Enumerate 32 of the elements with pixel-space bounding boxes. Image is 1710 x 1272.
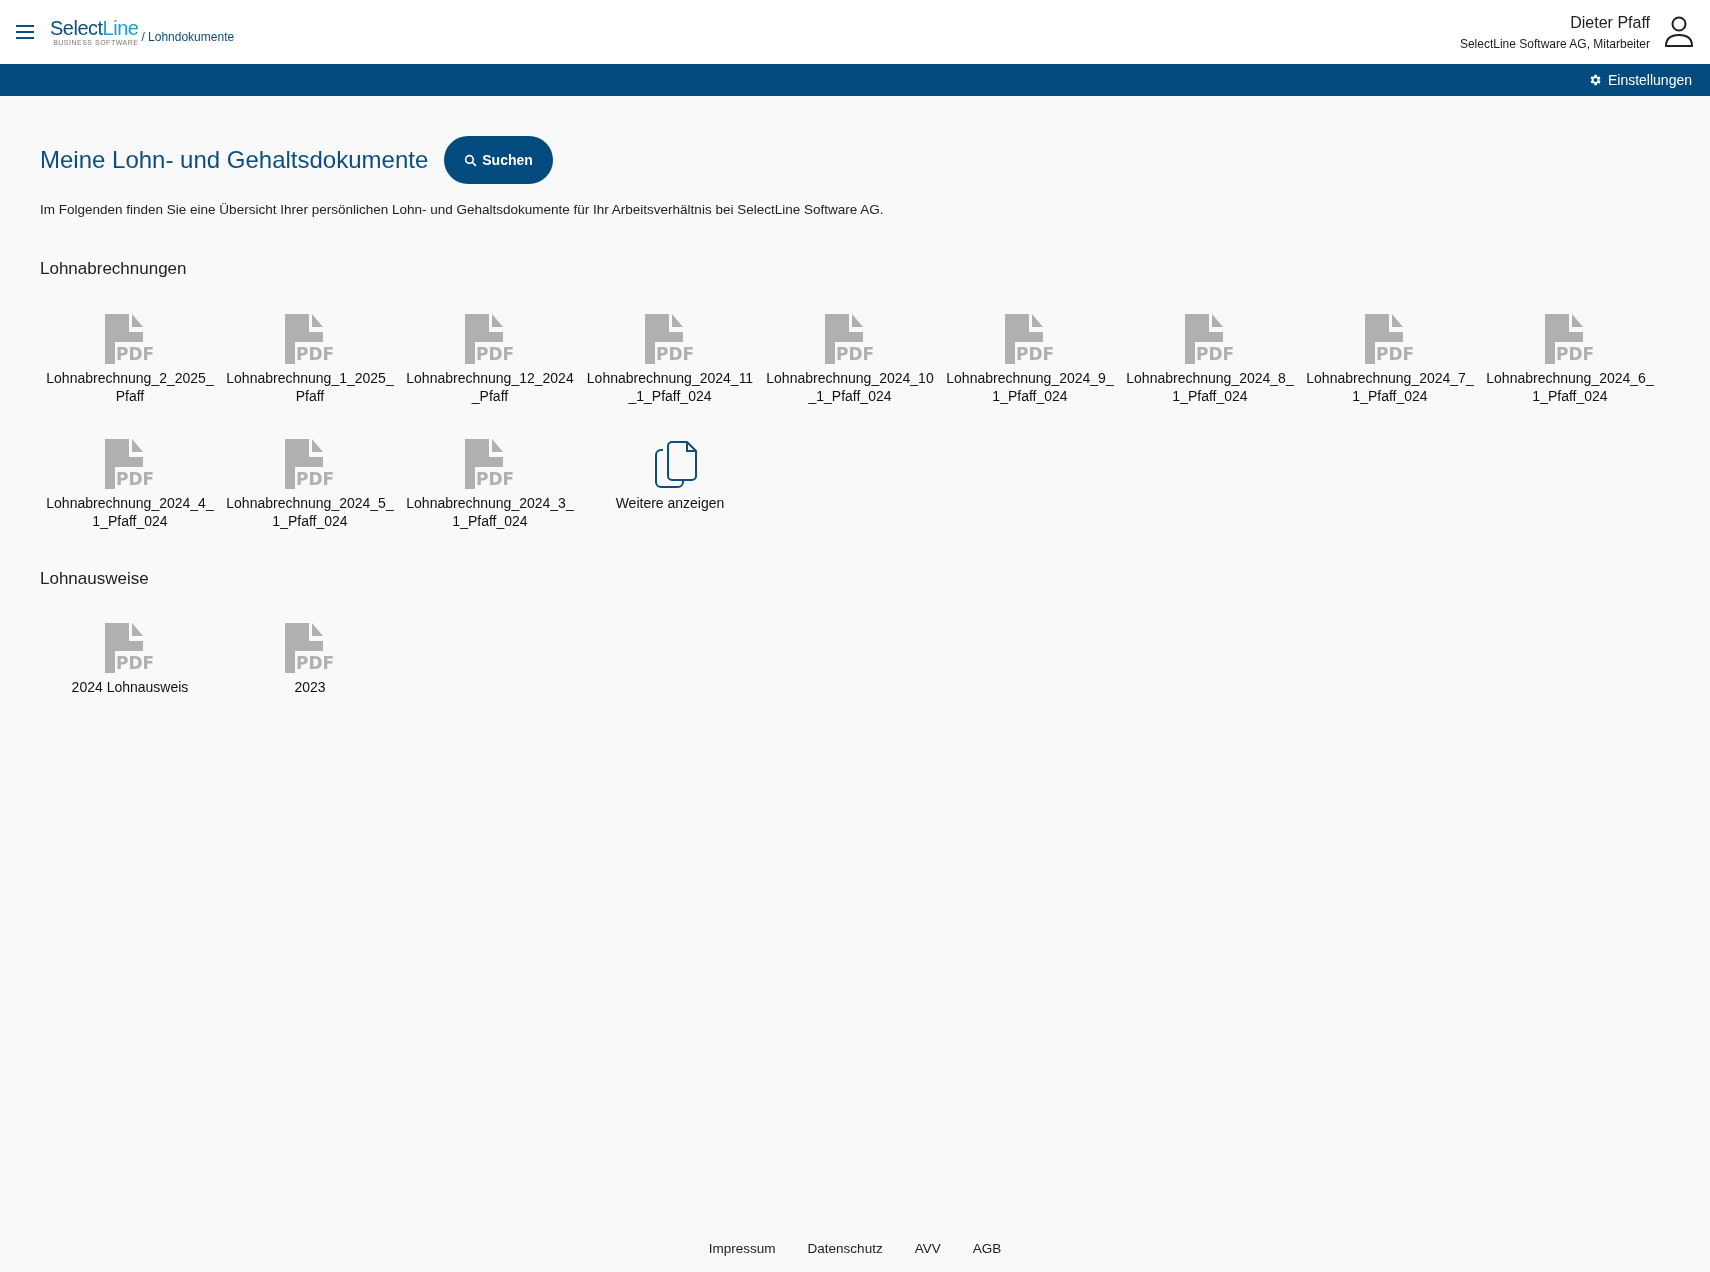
document-tile[interactable]: PDF Lohnabrechnung_2024_8_1_Pfaff_024 bbox=[1120, 307, 1300, 405]
document-tile[interactable]: PDF 2023 bbox=[220, 617, 400, 697]
document-tile[interactable]: PDF Lohnabrechnung_2024_10_1_Pfaff_024 bbox=[760, 307, 940, 405]
document-tile[interactable]: PDF 2024 Lohnausweis bbox=[40, 617, 220, 697]
document-tile[interactable]: PDF Lohnabrechnung_2_2025_Pfaff bbox=[40, 307, 220, 405]
breadcrumb: / Lohndokumente bbox=[141, 29, 235, 46]
footer-link[interactable]: Impressum bbox=[708, 1238, 776, 1260]
document-tile[interactable]: PDF Lohnabrechnung_2024_3_1_Pfaff_024 bbox=[400, 432, 580, 530]
footer-link[interactable]: AGB bbox=[972, 1238, 1002, 1260]
document-tile[interactable]: PDF Lohnabrechnung_2024_6_1_Pfaff_024 bbox=[1480, 307, 1660, 405]
user-icon[interactable] bbox=[1664, 16, 1694, 48]
document-tile[interactable]: PDF Lohnabrechnung_2024_7_1_Pfaff_024 bbox=[1300, 307, 1480, 405]
document-tile[interactable]: PDF Lohnabrechnung_2024_5_1_Pfaff_024 bbox=[220, 432, 400, 530]
section-title: Lohnabrechnungen bbox=[40, 258, 188, 281]
footer-link[interactable]: AVV bbox=[914, 1238, 941, 1260]
user-role: SelectLine Software AG, Mitarbeiter bbox=[1459, 36, 1650, 53]
menu-icon[interactable] bbox=[16, 25, 34, 39]
settings-button[interactable]: Einstellungen bbox=[1587, 69, 1692, 91]
footer-link[interactable]: Datenschutz bbox=[807, 1238, 883, 1260]
document-tile[interactable]: PDF Lohnabrechnung_2024_9_1_Pfaff_024 bbox=[940, 307, 1120, 405]
search-button[interactable]: Suchen bbox=[444, 136, 553, 184]
document-tile[interactable]: PDF Lohnabrechnung_12_2024_Pfaff bbox=[400, 307, 580, 405]
document-tile[interactable]: PDF Lohnabrechnung_2024_11_1_Pfaff_024 bbox=[580, 307, 760, 405]
section-title: Lohnausweise bbox=[40, 567, 150, 590]
document-tile[interactable]: PDF Lohnabrechnung_1_2025_Pfaff bbox=[220, 307, 400, 405]
page-title: Meine Lohn- und Gehaltsdokumente bbox=[40, 145, 429, 175]
document-tile[interactable]: PDF Lohnabrechnung_2024_4_1_Pfaff_024 bbox=[40, 432, 220, 530]
search-icon bbox=[464, 153, 478, 167]
user-name: Dieter Pfaff bbox=[1570, 13, 1650, 33]
documents-icon bbox=[654, 440, 698, 489]
show-more-button[interactable]: Weitere anzeigen bbox=[580, 432, 760, 530]
intro-text: Im Folgenden finden Sie eine Übersicht Ihrer persönlichen Lohn- und Gehaltsdokumente für Ihr Arbeitsverhältnis bei SelectLine Software AG. bbox=[40, 201, 885, 219]
